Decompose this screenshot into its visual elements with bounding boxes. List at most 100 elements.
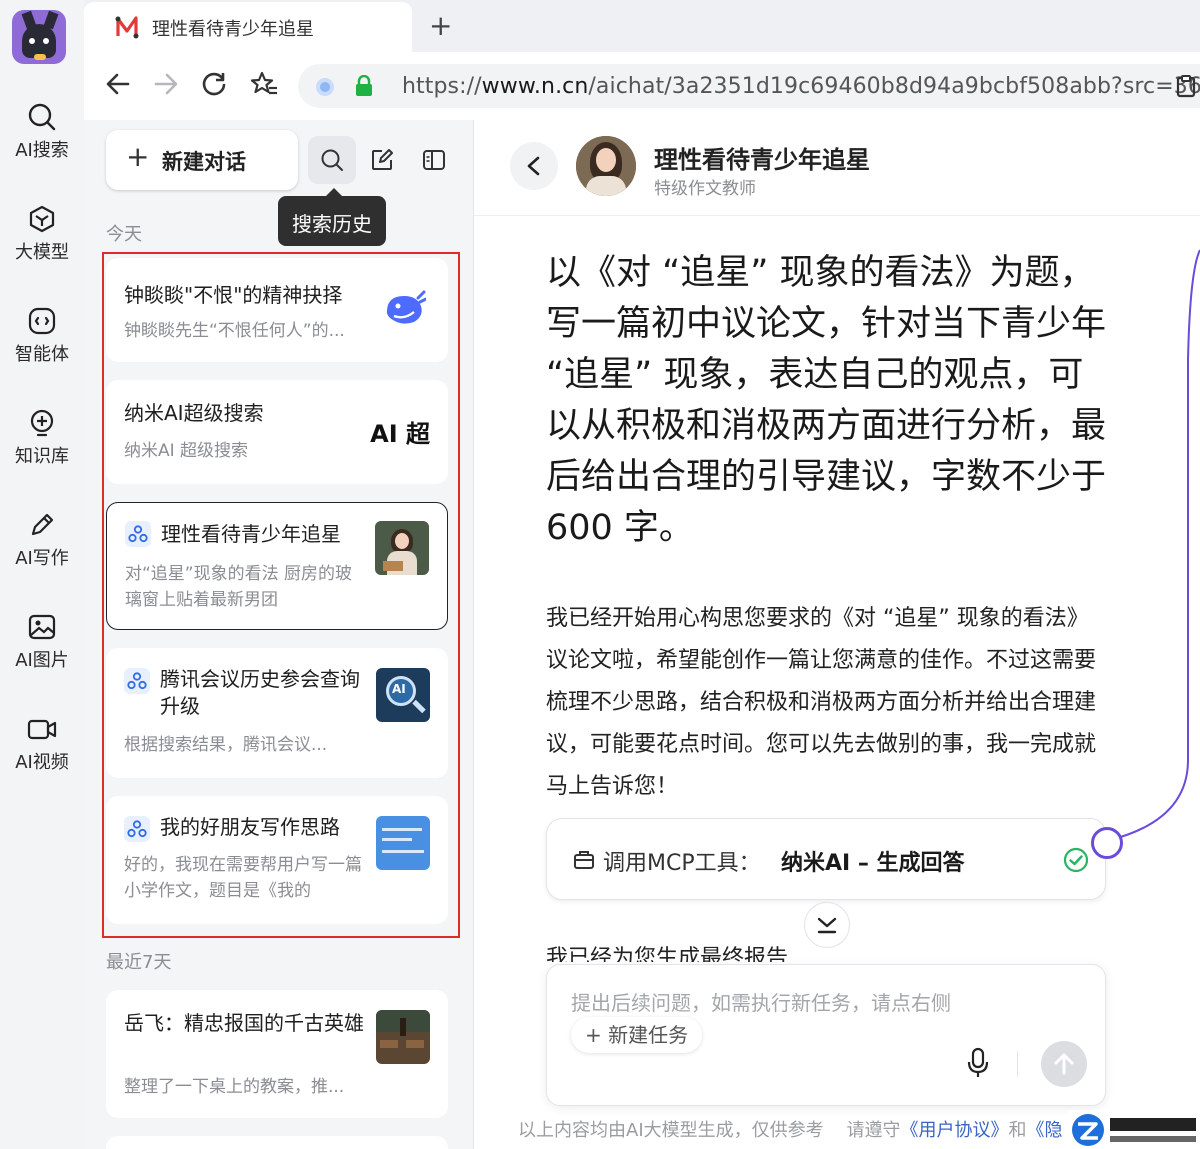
chat-subtitle: 对“追星”现象的看法 厨房的玻璃窗上贴着最新男团: [125, 564, 353, 610]
browser-tab[interactable]: 理性看待青少年追星: [84, 2, 412, 52]
flow-node: [1091, 827, 1123, 859]
user-prompt: 以《对 “追星” 现象的看法》为题，写一篇初中议论文，针对当下青少年 “追星” …: [546, 253, 1107, 548]
bookmark-star-icon[interactable]: [250, 70, 278, 98]
reload-icon[interactable]: [200, 70, 228, 98]
chat-subtitle: 钟睒睒先生“不恨任何人”的...: [124, 321, 345, 341]
address-bar[interactable]: https://www.n.cn/aichat/3a2351d19c69460b…: [298, 64, 1200, 108]
rail-item-writing[interactable]: AI写作: [0, 510, 84, 570]
mcp-tool-card[interactable]: 调用MCP工具： 纳米AI – 生成回答: [546, 818, 1106, 900]
site-watermark: [1068, 1110, 1200, 1149]
mcp-label: 调用MCP工具：: [603, 851, 761, 876]
new-chat-button[interactable]: + 新建对话: [106, 130, 298, 190]
rail-item-knowledge[interactable]: 知识库: [0, 408, 84, 468]
clipboard-icon[interactable]: [1174, 74, 1198, 98]
teacher-thumbnail: [375, 521, 429, 575]
app-window: AI搜索 大模型 智能体 知识库 AI写作 AI图片 AI视频 理性看待青少年追…: [0, 0, 1200, 1149]
chat-title: 纳米AI超级搜索: [124, 401, 264, 425]
ai-search-thumbnail: AI: [376, 668, 430, 722]
chat-input-placeholder: 提出后续问题，如需执行新任务，请点右侧: [571, 991, 951, 1015]
expand-button[interactable]: [804, 902, 850, 948]
agent-badge-icon: [124, 668, 150, 694]
rail-item-model[interactable]: 大模型: [0, 204, 84, 264]
privacy-link[interactable]: 《隐: [1027, 1120, 1063, 1141]
rail-label: 大模型: [15, 242, 69, 263]
chat-card[interactable]: 岳飞：精忠报国的千古英雄 整理了一下桌上的教案，推...: [106, 990, 448, 1118]
app-logo[interactable]: [12, 10, 66, 64]
chat-title: 岳飞：精忠报国的千古英雄: [124, 1011, 364, 1035]
plus-icon: +: [585, 1023, 609, 1047]
url-text[interactable]: https://www.n.cn/aichat/3a2351d19c69460b…: [402, 74, 1200, 99]
divider: [1017, 1051, 1018, 1077]
rail-label: AI视频: [15, 752, 69, 773]
site-favicon-icon: [115, 16, 139, 39]
chat-header: 理性看待青少年追星 特级作文教师: [474, 120, 1200, 216]
chat-card[interactable]: 纳米AI超级搜索 纳米AI 超级搜索 AI 超: [106, 380, 448, 484]
chat-input-box[interactable]: 提出后续问题，如需执行新任务，请点右侧 + 新建任务: [546, 964, 1106, 1106]
rail-label: AI图片: [15, 650, 69, 671]
classroom-thumbnail: [376, 1010, 430, 1064]
rail-item-agent[interactable]: 智能体: [0, 306, 84, 366]
chat-subtitle: 根据搜索结果，腾讯会议...: [124, 735, 328, 755]
watermark-logo-icon: [1072, 1114, 1196, 1146]
agent-icon: [28, 307, 56, 335]
chat-card-active[interactable]: 理性看待青少年追星 对“追星”现象的看法 厨房的玻璃窗上贴着最新男团: [106, 502, 448, 630]
pen-icon: [31, 513, 54, 536]
chat-card[interactable]: 我的好朋友写作思路 好的，我现在需要帮用户写一篇小学作文，题目是《我的: [106, 796, 448, 924]
chevron-left-icon: [527, 156, 540, 176]
edit-icon: [372, 149, 393, 170]
assistant-reply: 我已经开始用心构思您要求的《对 “追星” 现象的看法》议论文啦，希望能创作一篇让…: [546, 606, 1097, 799]
microphone-icon[interactable]: [965, 1047, 991, 1079]
chat-card[interactable]: 钟睒睒"不恨"的精神抉择 钟睒睒先生“不恨任何人”的...: [106, 258, 448, 362]
tab-title: 理性看待青少年追星: [152, 19, 314, 40]
search-history-tooltip: 搜索历史: [278, 188, 386, 246]
final-report-text: 我已经为您生成最终报告: [546, 946, 789, 962]
left-rail: AI搜索 大模型 智能体 知识库 AI写作 AI图片 AI视频: [0, 0, 84, 1149]
agent-name: 理性看待青少年追星: [654, 146, 870, 174]
rail-item-video[interactable]: AI视频: [0, 714, 84, 774]
logo-face: [22, 24, 56, 58]
new-task-button[interactable]: + 新建任务: [571, 1017, 703, 1053]
doc-thumbnail: [376, 816, 430, 870]
toolbox-icon: [574, 851, 594, 869]
agent-avatar: [576, 136, 636, 196]
send-button[interactable]: [1041, 1041, 1087, 1087]
chat-subtitle: 好的，我现在需要帮用户写一篇小学作文，题目是《我的: [124, 855, 362, 901]
new-chat-label: 新建对话: [162, 150, 246, 174]
logo-bow: [34, 54, 46, 60]
rail-item-image[interactable]: AI图片: [0, 612, 84, 672]
search-history-button[interactable]: [308, 136, 356, 184]
chat-title: 钟睒睒"不恨"的精神抉择: [124, 283, 343, 307]
rail-label: 智能体: [15, 344, 69, 365]
last7-label: 最近7天: [106, 952, 172, 973]
arrow-up-icon: [1054, 1053, 1074, 1075]
chat-panel: 理性看待青少年追星 特级作文教师 以《对 “追星” 现象的看法》为题，写一篇初中…: [474, 120, 1200, 1149]
rail-label: AI写作: [15, 548, 69, 569]
chevron-down-icon: [817, 917, 837, 934]
user-agreement-link[interactable]: 《用户协议》: [901, 1120, 1009, 1141]
chat-title: 我的好朋友写作思路: [160, 815, 340, 839]
bulb-icon: [30, 409, 54, 437]
agent-badge-icon: [124, 816, 150, 842]
chat-back-button[interactable]: [510, 142, 558, 190]
agent-badge-icon: [125, 521, 151, 547]
rail-label: AI搜索: [15, 140, 69, 161]
browser-toolbar: https://www.n.cn/aichat/3a2351d19c69460b…: [84, 52, 1200, 120]
whale-logo-icon: [386, 290, 426, 324]
search-icon: [28, 103, 56, 131]
cube-icon: [29, 205, 55, 233]
edit-button[interactable]: [358, 136, 406, 184]
new-tab-button[interactable]: +: [429, 12, 452, 40]
chat-title: 腾讯会议历史参会查询升级: [160, 667, 360, 718]
check-circle-icon: [1063, 847, 1089, 873]
rail-item-ai-search[interactable]: AI搜索: [0, 102, 84, 162]
rail-label: 知识库: [15, 446, 69, 467]
chat-card[interactable]: 腾讯会议历史参会查询升级 根据搜索结果，腾讯会议... AI: [106, 648, 448, 778]
flow-connector-line: [1109, 249, 1200, 841]
back-arrow-icon[interactable]: [104, 70, 132, 98]
history-sidebar: + 新建对话 搜索历史 今天 钟睒睒"不恨"的精神抉择 钟睒睒先生“不恨任何人”…: [84, 120, 474, 1149]
chat-card[interactable]: [106, 1136, 448, 1149]
toggle-sidebar-button[interactable]: [410, 136, 458, 184]
site-info-icon[interactable]: [314, 76, 336, 98]
forward-arrow-icon[interactable]: [152, 70, 180, 98]
footer-disclaimer: 以上内容均由AI大模型生成，仅供参考 请遵守《用户协议》和《隐: [518, 1120, 1063, 1141]
